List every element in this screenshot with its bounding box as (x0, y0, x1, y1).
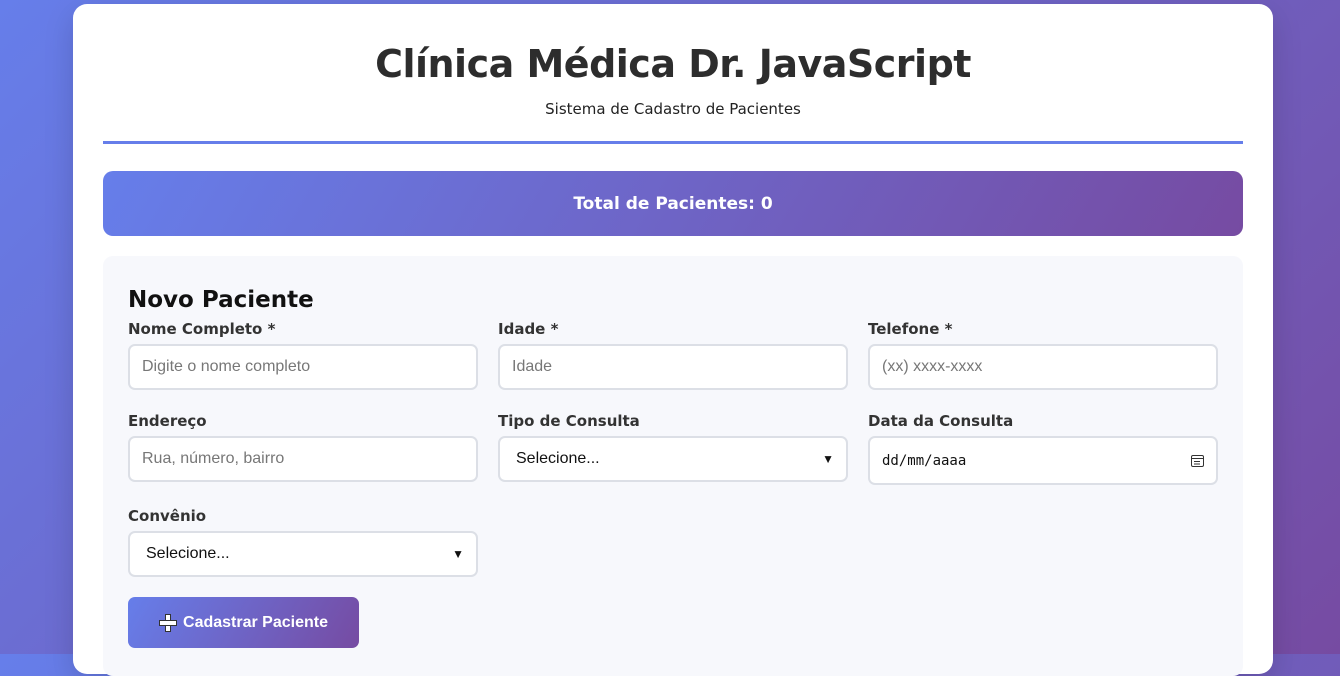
convenio-value: Selecione... (146, 545, 230, 562)
data-consulta-value: dd/mm/aaaa (882, 452, 967, 469)
form-title: Novo Paciente (128, 287, 314, 313)
telefone-input[interactable]: (xx) xxxx-xxxx (868, 344, 1218, 390)
nome-field: Nome Completo * Digite o nome completo (128, 320, 478, 390)
page-subtitle: Sistema de Cadastro de Pacientes (545, 100, 801, 118)
tipo-consulta-value: Selecione... (516, 450, 600, 467)
total-patients: Total de Pacientes: 0 (573, 193, 773, 214)
idade-field: Idade * Idade (498, 320, 848, 390)
endereco-input[interactable]: Rua, número, bairro (128, 436, 478, 482)
idade-placeholder: Idade (512, 358, 553, 375)
data-consulta-input[interactable]: dd/mm/aaaa (868, 436, 1218, 485)
nome-placeholder: Digite o nome completo (142, 358, 311, 375)
stats-banner: Total de Pacientes: 0 (103, 171, 1243, 236)
telefone-field: Telefone * (xx) xxxx-xxxx (868, 320, 1218, 390)
chevron-down-icon: ▼ (452, 547, 464, 561)
cadastrar-paciente-button[interactable]: Cadastrar Paciente (128, 597, 359, 648)
telefone-placeholder: (xx) xxxx-xxxx (882, 358, 983, 375)
header: Clínica Médica Dr. JavaScript Sistema de… (103, 4, 1243, 144)
telefone-label: Telefone * (868, 320, 953, 338)
nome-input[interactable]: Digite o nome completo (128, 344, 478, 390)
tipo-consulta-label: Tipo de Consulta (498, 412, 640, 430)
data-consulta-field: Data da Consulta dd/mm/aaaa (868, 412, 1218, 485)
nome-label: Nome Completo * (128, 320, 276, 338)
convenio-select[interactable]: Selecione... ▼ (128, 531, 478, 577)
endereco-label: Endereço (128, 412, 207, 430)
endereco-field: Endereço Rua, número, bairro (128, 412, 478, 482)
patient-form: Novo Paciente Nome Completo * Digite o n… (103, 256, 1243, 676)
plus-icon (159, 613, 178, 632)
page-title: Clínica Médica Dr. JavaScript (375, 42, 971, 86)
tipo-consulta-field: Tipo de Consulta Selecione... ▼ (498, 412, 848, 482)
chevron-down-icon: ▼ (822, 452, 834, 466)
main-container: Clínica Médica Dr. JavaScript Sistema de… (73, 4, 1273, 676)
convenio-label: Convênio (128, 507, 207, 525)
idade-label: Idade * (498, 320, 559, 338)
cadastrar-paciente-label: Cadastrar Paciente (183, 613, 328, 631)
endereco-placeholder: Rua, número, bairro (142, 450, 285, 467)
calendar-icon[interactable] (1191, 454, 1204, 467)
data-consulta-label: Data da Consulta (868, 412, 1014, 430)
convenio-field: Convênio Selecione... ▼ (128, 507, 478, 577)
tipo-consulta-select[interactable]: Selecione... ▼ (498, 436, 848, 482)
idade-input[interactable]: Idade (498, 344, 848, 390)
